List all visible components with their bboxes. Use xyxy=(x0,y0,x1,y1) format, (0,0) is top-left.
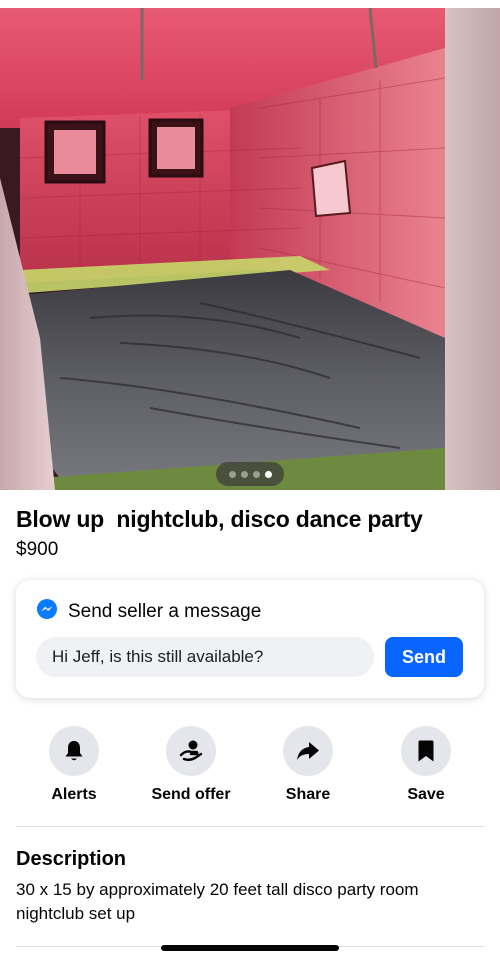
pager-dot-active[interactable] xyxy=(264,470,272,478)
listing-price: $900 xyxy=(16,539,59,560)
message-seller-card: Send seller a message Send xyxy=(16,580,484,698)
messenger-icon xyxy=(36,598,58,625)
listing-title: Blow up nightclub, disco dance party xyxy=(16,506,423,532)
bookmark-icon xyxy=(418,740,434,762)
inflatable-tent-photo xyxy=(0,8,500,490)
send-offer-circle[interactable] xyxy=(166,726,216,776)
section-divider xyxy=(16,826,484,827)
message-input[interactable] xyxy=(36,637,374,677)
send-offer-icon xyxy=(179,740,203,761)
home-indicator[interactable] xyxy=(161,945,339,951)
alerts-circle[interactable] xyxy=(49,726,99,776)
save-circle[interactable] xyxy=(401,726,451,776)
listing-photo[interactable] xyxy=(0,8,500,490)
action-bar: Alerts Send offer Share Save xyxy=(0,726,500,808)
pager-dot[interactable] xyxy=(252,470,260,478)
share-arrow-icon xyxy=(297,742,319,760)
send-button[interactable]: Send xyxy=(385,637,463,677)
pager-dot[interactable] xyxy=(240,470,248,478)
pager-dot[interactable] xyxy=(228,470,236,478)
save-label: Save xyxy=(407,786,445,803)
share-circle[interactable] xyxy=(283,726,333,776)
alerts-button[interactable]: Alerts xyxy=(14,726,134,804)
share-label: Share xyxy=(285,786,331,803)
description-text: 30 x 15 by approximately 20 feet tall di… xyxy=(16,880,419,923)
save-button[interactable]: Save xyxy=(366,726,486,804)
share-button[interactable]: Share xyxy=(248,726,368,804)
send-offer-label: Send offer xyxy=(151,786,231,803)
bell-icon xyxy=(65,741,83,761)
alerts-label: Alerts xyxy=(51,786,97,803)
message-card-header: Send seller a message xyxy=(36,598,261,625)
send-offer-button[interactable]: Send offer xyxy=(131,726,251,804)
photo-pager[interactable] xyxy=(216,462,284,486)
description-heading: Description xyxy=(16,848,127,870)
message-card-title: Send seller a message xyxy=(68,600,262,622)
